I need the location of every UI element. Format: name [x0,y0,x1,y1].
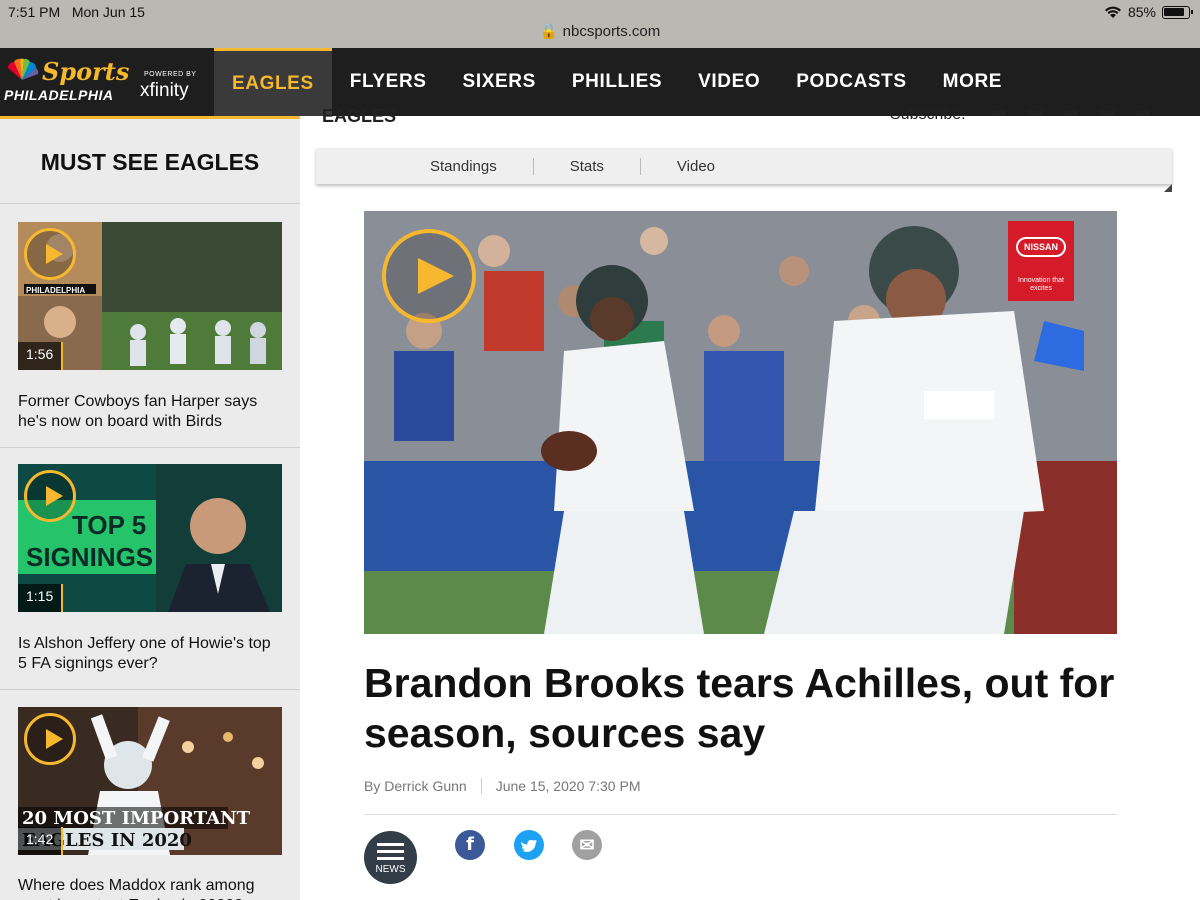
video-duration: 1:42 [18,827,64,855]
twitter-bird-icon [521,840,537,852]
facebook-icon[interactable] [992,110,1006,116]
play-icon[interactable] [24,228,76,280]
play-icon[interactable] [24,470,76,522]
subscribe-icons[interactable] [992,110,1150,116]
status-time: 7:51 PM Mon Jun 15 [8,4,145,20]
divider [0,447,300,448]
thumb-title-line1: 20 MOST IMPORTANT [22,808,251,829]
video-caption[interactable]: Where does Maddox rank among most import… [18,876,282,900]
instagram-icon[interactable] [1064,110,1078,116]
subnav-corner-fold [1164,184,1172,192]
nav-video[interactable]: VIDEO [680,48,778,116]
twitter-share-icon[interactable] [514,830,544,860]
divider [364,814,1117,815]
thumb-title-line1: TOP 5 [72,510,146,540]
video-thumbnail[interactable]: PHILADELPHIA 1:56 [18,222,282,370]
news-menu-button[interactable]: NEWS [364,831,417,884]
article-byline: By Derrick Gunn June 15, 2020 7:30 PM [364,778,640,794]
video-duration: 1:15 [18,584,64,612]
nissan-logo: NISSAN [1016,237,1066,257]
nav-eagles[interactable]: EAGLES [214,48,332,116]
peacock-logo-icon [8,58,39,80]
subnav-standings[interactable]: Standings [394,157,534,175]
status-indicators: 85% [1104,4,1193,20]
facebook-share-icon[interactable]: f [455,830,485,860]
video-caption[interactable]: Former Cowboys fan Harper says he's now … [18,392,282,432]
url-bar[interactable]: 🔒 nbcsports.com [0,22,1200,40]
divider [0,203,300,204]
logo-city-text: PHILADELPHIA [4,87,114,103]
video-duration: 1:56 [18,342,64,370]
eagles-subnav: Standings Stats Video [316,148,1172,184]
battery-percent: 85% [1127,4,1156,20]
video-thumbnail[interactable]: 20 MOST IMPORTANT EAGLES IN 2020 1:42 [18,707,282,855]
twitter-icon[interactable] [1136,110,1150,116]
play-icon[interactable] [24,713,76,765]
article-headline: Brandon Brooks tears Achilles, out for s… [364,660,1115,756]
divider [0,689,300,690]
video-thumbnail[interactable]: TOP 5 SIGNINGS 1:15 [18,464,282,612]
battery-icon [1162,5,1193,19]
hero-image [364,211,1117,634]
nav-sixers[interactable]: SIXERS [445,48,554,116]
must-see-sidebar: MUST SEE EAGLES PHILADELPHIA 1:56 Former… [0,116,300,900]
video-caption[interactable]: Is Alshon Jeffery one of Howie's top 5 F… [18,634,282,674]
list-icon [377,843,404,864]
section-heading: EAGLES [322,106,397,126]
ios-status-bar: 7:51 PM Mon Jun 15 85% 🔒 nbcsports.com [0,0,1200,48]
lock-icon: 🔒 [539,23,559,40]
author[interactable]: By Derrick Gunn [364,778,467,794]
subnav-stats[interactable]: Stats [534,157,641,175]
powered-by-label: POWERED BY [144,71,197,78]
xfinity-logo: xfinity [140,80,189,101]
url-text: nbcsports.com [562,23,661,40]
news-label: NEWS [375,864,406,875]
logo-sports-text: Sports [42,57,130,86]
email-share-icon[interactable]: ✉ [572,830,602,860]
subnav-video[interactable]: Video [641,158,751,175]
publish-date: June 15, 2020 7:30 PM [480,778,640,794]
site-navbar: Sports PHILADELPHIA POWERED BY xfinity E… [0,48,1200,116]
thumb-shirt-text: PHILADELPHIA [26,286,85,295]
site-logo[interactable]: Sports PHILADELPHIA POWERED BY xfinity [0,48,214,116]
rss-icon[interactable] [1028,110,1042,116]
subscribe-label: Subscribe: [890,106,966,123]
email-icon[interactable] [1100,110,1114,116]
wifi-icon [1104,6,1121,18]
sidebar-title: MUST SEE EAGLES [40,149,260,175]
nav-phillies[interactable]: PHILLIES [554,48,680,116]
thumb-title-line2: SIGNINGS [26,542,153,572]
hero-video[interactable]: NISSAN Innovation that excites [364,211,1117,634]
nissan-ad[interactable]: NISSAN Innovation that excites [1008,221,1074,301]
play-icon[interactable] [382,229,476,323]
nissan-tagline: Innovation that excites [1018,277,1064,292]
